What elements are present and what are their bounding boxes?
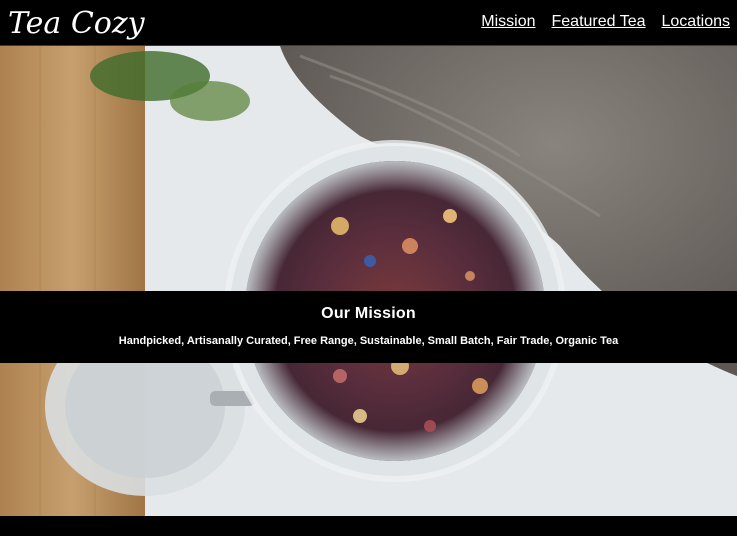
mission-text: Handpicked, Artisanally Curated, Free Ra… bbox=[118, 335, 619, 347]
bottom-strip bbox=[0, 516, 737, 536]
nav-link-featured-tea[interactable]: Featured Tea bbox=[552, 13, 646, 31]
mission-title: Our Mission bbox=[321, 305, 416, 322]
main-nav: Mission Featured Tea Locations bbox=[481, 13, 730, 31]
nav-link-locations[interactable]: Locations bbox=[662, 13, 731, 31]
logo-wordmark: Tea Cozy bbox=[8, 6, 146, 41]
mission-banner: Our Mission Handpicked, Artisanally Cura… bbox=[0, 291, 737, 363]
hero-image: Our Mission Handpicked, Artisanally Cura… bbox=[0, 46, 737, 516]
logo-text: Tea Cozy bbox=[8, 6, 146, 41]
logo[interactable]: Tea Cozy bbox=[6, 5, 186, 46]
tea-jar-photo bbox=[0, 46, 737, 516]
nav-link-mission[interactable]: Mission bbox=[481, 13, 535, 31]
site-header: Tea Cozy Mission Featured Tea Locations bbox=[0, 0, 737, 46]
